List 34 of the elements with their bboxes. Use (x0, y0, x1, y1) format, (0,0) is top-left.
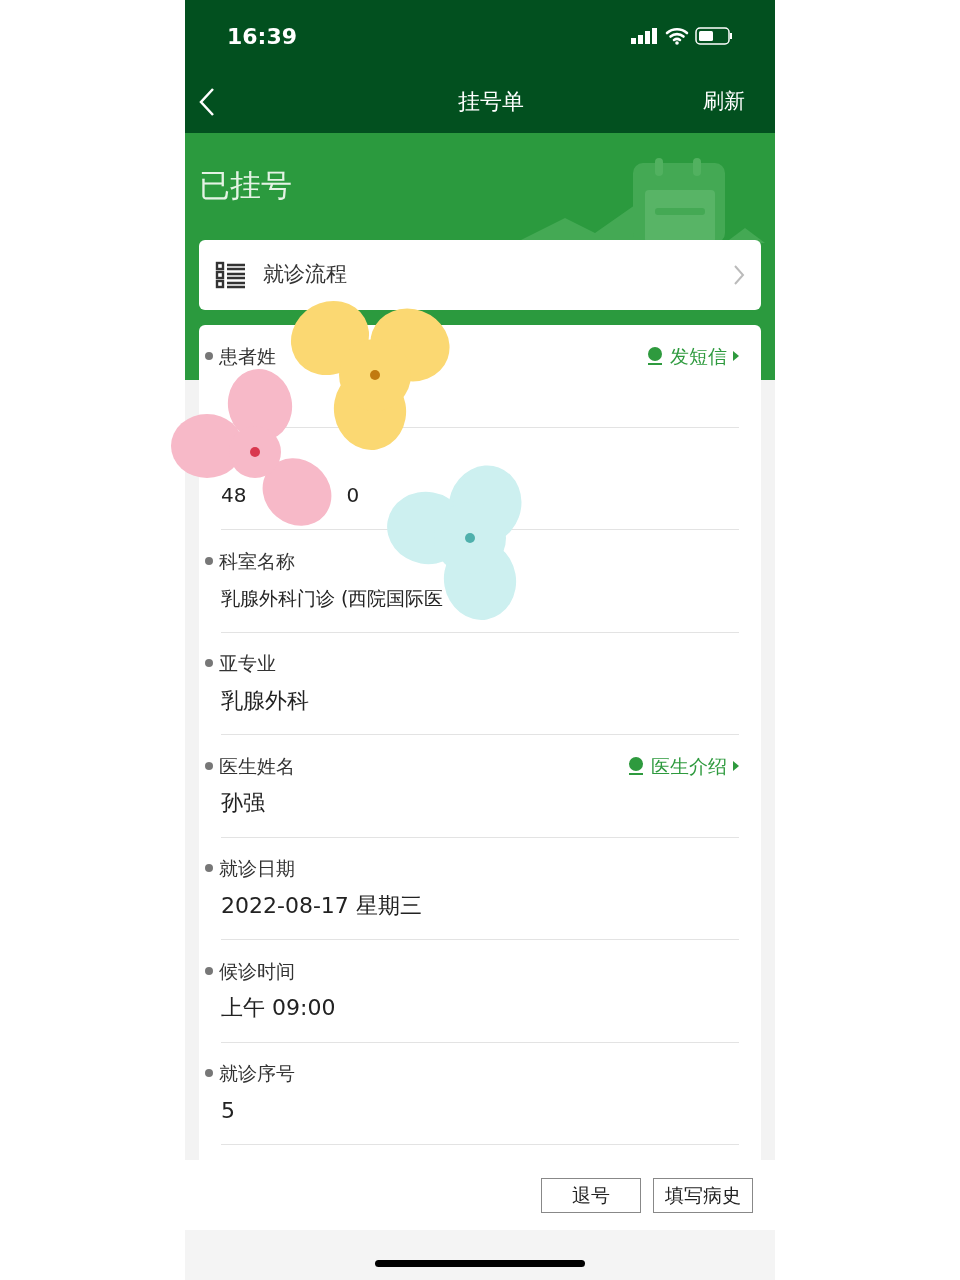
action-button[interactable]: 填写病史 (653, 1177, 753, 1213)
field-label: 候诊时间 (205, 956, 295, 985)
signal-icon (631, 28, 659, 44)
chevron-icon (733, 264, 745, 286)
field-label: 就诊序号 (205, 1059, 295, 1088)
field-label: 就诊日期 (205, 854, 295, 883)
person-icon (627, 755, 645, 776)
field-label: 医生姓名 (205, 751, 295, 780)
process-link[interactable]: 就诊流程 (199, 240, 761, 310)
wifi-icon (665, 27, 689, 45)
field-value: 乳腺外科门诊 (西院国际医 (221, 585, 444, 611)
action-button[interactable]: 退号 (541, 1177, 641, 1213)
status-time: 16:39 (227, 22, 298, 51)
refresh-button[interactable]: 刷新 (703, 85, 761, 118)
back-icon (199, 86, 215, 117)
page-title: 挂号单 (458, 88, 524, 116)
battery-icon (695, 27, 733, 45)
field-value: 0 (346, 482, 360, 510)
field-label: 亚专业 (205, 649, 276, 678)
triangle-icon (733, 760, 739, 771)
field-label: 患者姓 (205, 341, 276, 370)
list-icon (215, 261, 247, 289)
field-value: 孙强 (221, 789, 265, 818)
field-action-link[interactable]: 医生介绍 (627, 751, 739, 780)
field-value: 上午 09:00 (221, 994, 336, 1023)
triangle-icon (733, 350, 739, 361)
person-icon (646, 345, 664, 366)
field-value: 乳腺外科 (221, 686, 309, 715)
status-heading: 已挂号 (199, 166, 292, 205)
field-action-link[interactable]: 发短信 (646, 341, 739, 370)
field-value: 2022-08-17 星期三 (221, 891, 422, 920)
field-value: 5 (221, 1096, 235, 1125)
field-label: 科室名称 (205, 546, 295, 575)
field-value: 48 (221, 482, 247, 510)
